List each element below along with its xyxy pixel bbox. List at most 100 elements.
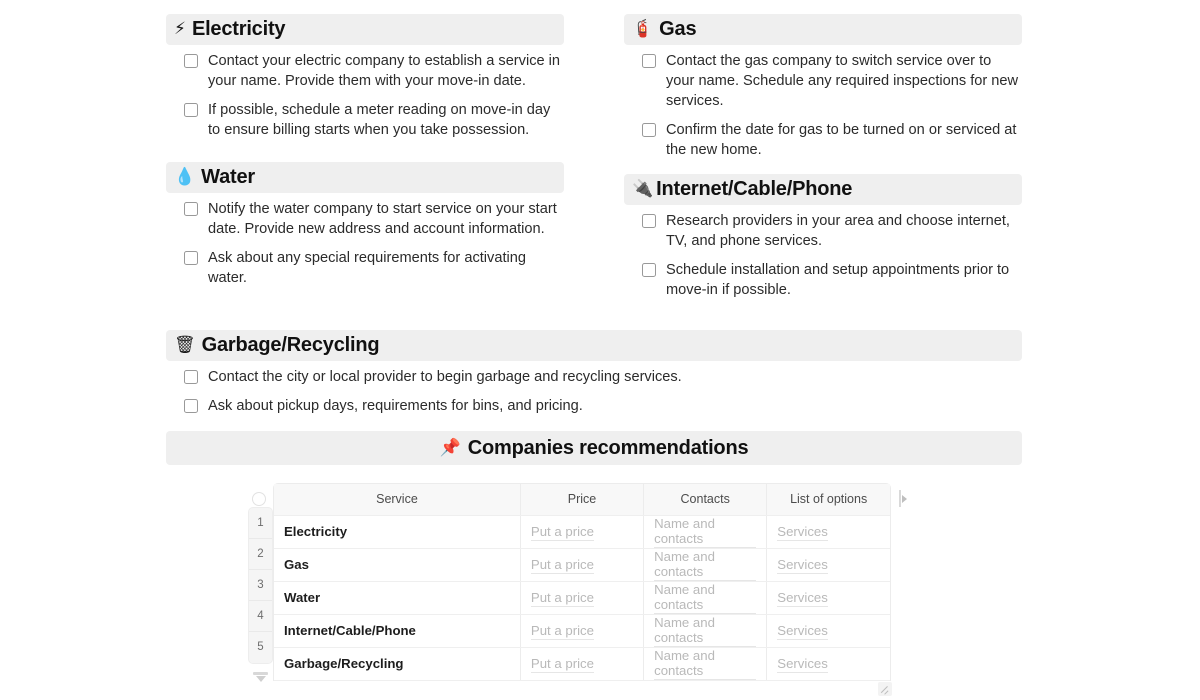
section-header-water: 💧 Water (166, 162, 564, 193)
checklist-items-gas: Contact the gas company to switch servic… (624, 45, 1022, 160)
cell-service[interactable]: Water (274, 581, 521, 615)
cell-price[interactable]: Put a price (520, 647, 645, 681)
cell-text: Gas (284, 556, 309, 572)
cell-price[interactable]: Put a price (520, 515, 645, 549)
list-item[interactable]: Ask about any special requirements for a… (184, 248, 564, 288)
list-item-label: Contact the city or local provider to be… (208, 369, 682, 385)
companies-recommendations-banner: 📌 Companies recommendations (166, 431, 1022, 465)
cell-placeholder: Put a price (530, 523, 594, 541)
list-item[interactable]: If possible, schedule a meter reading on… (184, 100, 564, 140)
cell-placeholder: Services (777, 655, 828, 673)
checkbox[interactable] (642, 263, 656, 277)
list-item[interactable]: Contact your electric company to establi… (184, 51, 564, 91)
checkbox[interactable] (184, 202, 198, 216)
table-row: Gas Put a price Name and contacts Servic… (274, 548, 890, 582)
section-title: Water (201, 166, 255, 188)
checkbox[interactable] (642, 123, 656, 137)
list-item[interactable]: Schedule installation and setup appointm… (642, 260, 1022, 300)
gas-cylinder-icon: 🧯 (632, 19, 654, 39)
cell-contacts[interactable]: Name and contacts (643, 515, 768, 549)
page-title: Companies recommendations (467, 436, 749, 459)
list-item[interactable]: Contact the city or local provider to be… (184, 367, 1022, 387)
row-number[interactable]: 1 (249, 508, 272, 539)
checkbox[interactable] (184, 103, 198, 117)
cell-placeholder: Services (777, 622, 828, 640)
list-item[interactable]: Confirm the date for gas to be turned on… (642, 120, 1022, 160)
section-header-garbage: 🗑 Garbage/Recycling (166, 330, 1022, 361)
companies-table: 1 2 3 4 5 Service Price Contacts List of… (248, 483, 923, 696)
checklist-items-water: Notify the water company to start servic… (166, 193, 564, 288)
row-number[interactable]: 4 (249, 601, 272, 632)
checkbox[interactable] (184, 251, 198, 265)
cell-options[interactable]: Services (766, 647, 890, 681)
add-column-handle[interactable] (899, 490, 907, 507)
table-header-row: Service Price Contacts List of options (274, 484, 890, 516)
checklist-column-left: ⚡ Electricity Contact your electric comp… (166, 14, 564, 314)
column-header-contacts[interactable]: Contacts (643, 484, 768, 516)
checkbox[interactable] (642, 214, 656, 228)
cell-placeholder: Name and contacts (654, 549, 757, 581)
checkbox[interactable] (184, 399, 198, 413)
handle-bar (253, 672, 268, 675)
collapse-rows-handle[interactable] (248, 672, 273, 682)
cell-options[interactable]: Services (766, 515, 890, 549)
cell-placeholder: Name and contacts (654, 516, 757, 548)
cell-price[interactable]: Put a price (520, 581, 645, 615)
table-resize-handle[interactable] (878, 681, 892, 696)
cell-text: Water (284, 589, 321, 605)
water-droplet-icon: 💧 (174, 167, 196, 187)
cell-placeholder: Services (777, 523, 828, 541)
data-table: Service Price Contacts List of options E… (274, 484, 890, 681)
checkbox[interactable] (642, 54, 656, 68)
cell-options[interactable]: Services (766, 614, 890, 648)
checkbox[interactable] (184, 370, 198, 384)
list-item-label: Ask about any special requirements for a… (208, 250, 526, 286)
column-header-price[interactable]: Price (520, 484, 645, 516)
cell-contacts[interactable]: Name and contacts (643, 647, 768, 681)
row-number[interactable]: 3 (249, 570, 272, 601)
column-header-service[interactable]: Service (274, 484, 521, 516)
cell-placeholder: Services (777, 556, 828, 574)
checklist-items-internet: Research providers in your area and choo… (624, 205, 1022, 300)
checklist-columns: ⚡ Electricity Contact your electric comp… (166, 14, 1022, 314)
cell-service[interactable]: Garbage/Recycling (274, 647, 521, 681)
select-all-circle-icon[interactable] (252, 492, 266, 506)
cell-service[interactable]: Electricity (274, 515, 521, 549)
cell-service[interactable]: Internet/Cable/Phone (274, 614, 521, 648)
cell-placeholder: Put a price (530, 655, 594, 673)
table-row: Electricity Put a price Name and contact… (274, 515, 890, 549)
list-item[interactable]: Research providers in your area and choo… (642, 211, 1022, 251)
cell-contacts[interactable]: Name and contacts (643, 614, 768, 648)
cell-placeholder: Put a price (530, 556, 594, 574)
cell-text: Garbage/Recycling (284, 655, 404, 671)
list-item[interactable]: Ask about pickup days, requirements for … (184, 396, 1022, 416)
handle-stem (899, 490, 901, 507)
list-item-label: Contact your electric company to establi… (208, 53, 561, 89)
cell-contacts[interactable]: Name and contacts (643, 548, 768, 582)
column-header-options[interactable]: List of options (766, 484, 890, 516)
list-item[interactable]: Contact the gas company to switch servic… (642, 51, 1022, 111)
chevron-right-icon (902, 494, 907, 503)
checkbox[interactable] (184, 54, 198, 68)
cell-text: Internet/Cable/Phone (284, 622, 416, 638)
cell-service[interactable]: Gas (274, 548, 521, 582)
cell-contacts[interactable]: Name and contacts (643, 581, 768, 615)
section-title: Internet/Cable/Phone (656, 178, 853, 200)
cell-placeholder: Put a price (530, 589, 594, 607)
cell-text: Electricity (284, 523, 348, 539)
list-item[interactable]: Notify the water company to start servic… (184, 199, 564, 239)
checklist-items-garbage: Contact the city or local provider to be… (166, 361, 1022, 416)
section-garbage: 🗑 Garbage/Recycling Contact the city or … (166, 330, 1022, 425)
cell-price[interactable]: Put a price (520, 614, 645, 648)
section-header-internet: 🔌 Internet/Cable/Phone (624, 174, 1022, 205)
resize-line (884, 689, 889, 695)
cell-options[interactable]: Services (766, 548, 890, 582)
row-number[interactable]: 5 (249, 632, 272, 663)
row-number[interactable]: 2 (249, 539, 272, 570)
cell-options[interactable]: Services (766, 581, 890, 615)
checklist-items-electricity: Contact your electric company to establi… (166, 45, 564, 140)
cell-price[interactable]: Put a price (520, 548, 645, 582)
list-item-label: Research providers in your area and choo… (666, 213, 1010, 249)
list-item-label: If possible, schedule a meter reading on… (208, 102, 551, 138)
high-voltage-icon: ⚡ (174, 19, 186, 39)
